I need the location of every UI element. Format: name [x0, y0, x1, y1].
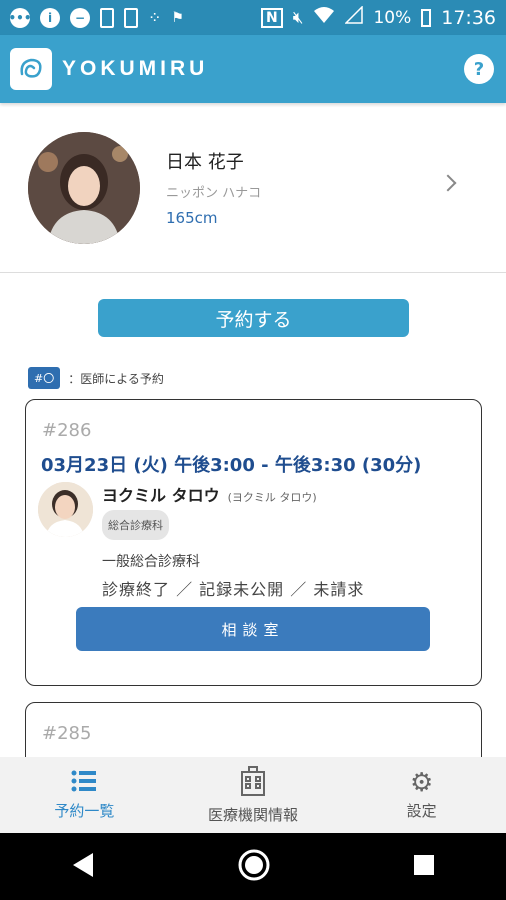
message-icon: ••• — [9, 7, 32, 28]
nav-label: 医療機関情報 — [208, 805, 299, 824]
appointment-card[interactable]: #286 03月23日 (火) 午後3:00 - 午後3:30 (30分) ヨク… — [25, 399, 482, 686]
appointment-id: #286 — [42, 420, 92, 441]
appointment-status: 診療終了 ／ 記録未公開 ／ 未請求 — [102, 580, 365, 599]
doctor-kana: (ヨクミル タロウ) — [227, 491, 317, 504]
alert-icon: ⚑ — [171, 9, 184, 26]
doctor-name: ヨクミル タロウ (ヨクミル タロウ) — [102, 482, 317, 506]
department-name: 一般総合診療科 — [102, 554, 200, 570]
nav-label: 予約一覧 — [54, 801, 115, 820]
app-name: YOKUMIRU — [62, 57, 209, 80]
battery-icon — [421, 8, 432, 27]
hospital-icon — [240, 765, 266, 800]
share-icon: ⁘ — [148, 8, 162, 27]
profile-kana: ニッポン ハナコ — [166, 186, 262, 201]
legend-text: ：医師による予約 — [68, 371, 164, 386]
help-button[interactable]: ? — [464, 54, 494, 84]
signal-icon — [344, 5, 364, 29]
recents-icon[interactable] — [413, 854, 435, 880]
reserve-button[interactable]: 予約する — [98, 299, 409, 337]
appointment-id: #285 — [42, 723, 92, 744]
doctor-name-text: ヨクミル タロウ — [102, 486, 220, 505]
info-icon: i — [40, 7, 60, 28]
clock: 17:36 — [441, 6, 496, 29]
nav-hospital-info[interactable]: 医療機関情報 — [169, 757, 338, 833]
nav-appointments[interactable]: 予約一覧 — [0, 757, 169, 833]
chevron-right-icon — [439, 174, 457, 192]
list-icon — [71, 770, 97, 796]
doctor-avatar — [38, 482, 93, 537]
gear-icon: ⚙ — [410, 767, 434, 798]
profile-height: 165cm — [166, 209, 218, 227]
appointment-datetime: 03月23日 (火) 午後3:00 - 午後3:30 (30分) — [41, 455, 422, 476]
back-icon[interactable] — [71, 852, 95, 882]
nav-settings[interactable]: ⚙ 設定 — [337, 757, 506, 833]
app-header: YOKUMIRU ? — [0, 35, 506, 103]
consultation-room-button[interactable]: 相談室 — [76, 607, 430, 651]
battery-saver-icon — [100, 7, 114, 28]
app-logo-icon — [10, 48, 52, 90]
status-bar: ••• i − ⁘ ⚑ N 🔇︎ 10% 17:36 — [0, 0, 506, 35]
mute-icon: 🔇︎ — [292, 7, 304, 28]
battery-percent: 10% — [373, 7, 412, 28]
department-tag: 総合診療科 — [102, 510, 169, 540]
legend: #〇 ：医師による予約 — [28, 367, 164, 389]
nfc-icon: N — [261, 7, 283, 28]
bottom-nav: 予約一覧 医療機関情報 ⚙ 設定 — [0, 757, 506, 833]
nav-label: 設定 — [406, 801, 437, 820]
minus-icon: − — [70, 7, 90, 28]
avatar — [28, 131, 140, 244]
profile-name: 日本 花子 — [166, 152, 244, 173]
home-icon[interactable] — [237, 848, 271, 886]
wifi-icon — [313, 6, 335, 29]
profile-card[interactable]: 日本 花子 ニッポン ハナコ 165cm — [0, 103, 506, 273]
phone-icon — [124, 7, 138, 28]
legend-tag: #〇 — [28, 367, 61, 389]
system-navigation-bar — [0, 833, 506, 900]
